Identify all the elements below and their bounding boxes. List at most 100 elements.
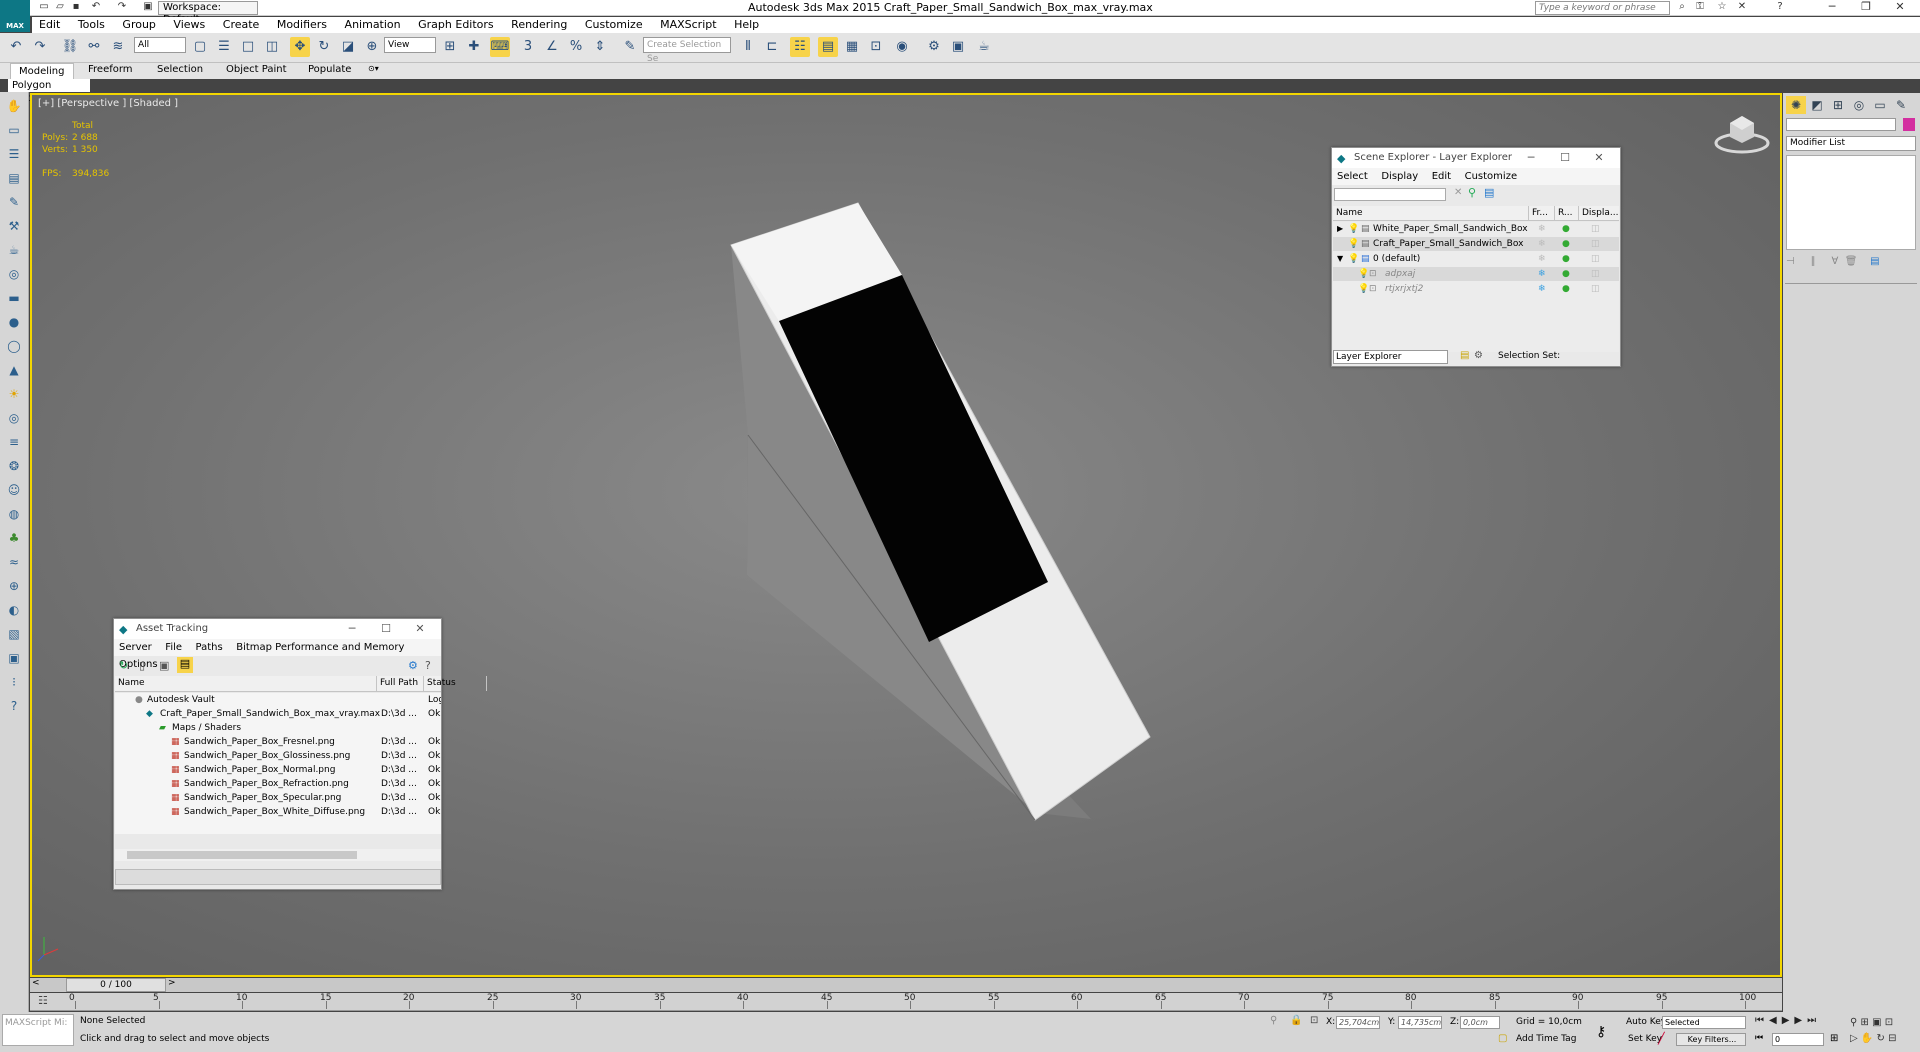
x-coord-field[interactable]: 25,704cm: [1336, 1016, 1380, 1029]
table-view-icon[interactable]: ▤: [177, 657, 193, 673]
menu-help[interactable]: Help: [727, 17, 766, 33]
scrollbar-thumb[interactable]: [127, 851, 357, 859]
modifier-list-dropdown[interactable]: Modifier List: [1786, 136, 1916, 151]
freeze-icon[interactable]: ❄: [1538, 237, 1546, 251]
layer-sort-icon[interactable]: ▤: [1460, 350, 1469, 361]
select-object-icon[interactable]: ▢: [190, 37, 210, 57]
table-row[interactable]: ◆ Craft_Paper_Small_Sandwich_Box_max_vra…: [115, 707, 441, 721]
stairs-icon[interactable]: ≡: [4, 432, 24, 452]
pan-icon[interactable]: ✋: [1861, 1033, 1873, 1044]
teapot-render-icon[interactable]: ●: [1562, 282, 1570, 296]
menu-maxscript[interactable]: MAXScript: [653, 17, 723, 33]
place-icon[interactable]: ⊕: [362, 37, 382, 57]
table-row[interactable]: ▦ Sandwich_Paper_Box_Refraction.png D:\3…: [115, 777, 441, 791]
spinner-snap-icon[interactable]: ⇕: [590, 37, 610, 57]
teapot-render-icon[interactable]: ●: [1562, 237, 1570, 251]
exchange-icon[interactable]: ✕: [1736, 1, 1748, 13]
display-icon[interactable]: ◫: [1591, 252, 1600, 266]
select-by-name-icon[interactable]: ☰: [214, 37, 234, 57]
torus-icon[interactable]: ◎: [4, 408, 24, 428]
menu-modifiers[interactable]: Modifiers: [270, 17, 334, 33]
lock-selection-icon[interactable]: 🔒: [1290, 1015, 1302, 1026]
minimize-icon[interactable]: ─: [335, 619, 369, 639]
col-frozen[interactable]: Fr...: [1529, 206, 1555, 221]
menu-tools[interactable]: Tools: [71, 17, 112, 33]
menu-rendering[interactable]: Rendering: [504, 17, 574, 33]
display-tab-icon[interactable]: ▭: [1870, 96, 1890, 114]
remove-modifier-icon[interactable]: 🗑: [1845, 256, 1858, 267]
maximize-icon[interactable]: ☐: [369, 619, 403, 639]
object-color-swatch[interactable]: [1903, 118, 1915, 131]
menu-create[interactable]: Create: [216, 17, 267, 33]
select-manipulate-icon[interactable]: ✚: [464, 37, 484, 57]
col-display[interactable]: Displa...: [1579, 206, 1619, 221]
scene-explorer-icon[interactable]: ☷: [790, 37, 810, 57]
col-name[interactable]: Name: [115, 676, 377, 691]
snaps-toggle-icon[interactable]: 3: [518, 37, 538, 57]
list-view-icon[interactable]: ▯: [139, 659, 145, 672]
scale-icon[interactable]: ◪: [338, 37, 358, 57]
table-row[interactable]: ▦ Sandwich_Paper_Box_Normal.png D:\3d ..…: [115, 763, 441, 777]
col-status[interactable]: Status: [424, 676, 487, 691]
keyboard-shortcut-override-icon[interactable]: ⌨: [490, 37, 510, 57]
freeze-icon[interactable]: ❄: [1538, 222, 1546, 236]
modify-tab-icon[interactable]: ◩: [1807, 96, 1827, 114]
app-logo[interactable]: MAX: [0, 0, 30, 32]
display-icon[interactable]: ◫: [1591, 222, 1600, 236]
light-bulb-icon[interactable]: 💡: [1348, 222, 1359, 236]
cylinder-icon[interactable]: ◯: [4, 336, 24, 356]
table-row[interactable]: ● Autodesk Vault Logged Out ...: [115, 693, 441, 707]
menu-animation[interactable]: Animation: [338, 17, 408, 33]
auto-key-button[interactable]: Auto Key: [1626, 1016, 1666, 1029]
close-icon[interactable]: ✕: [1883, 0, 1917, 13]
modifier-stack[interactable]: [1786, 155, 1916, 250]
se-menu-customize[interactable]: Customize: [1460, 168, 1523, 185]
key-mode-toggle-icon[interactable]: ⏮: [1755, 1033, 1763, 1043]
freeze-icon[interactable]: ❄: [1538, 282, 1546, 296]
photo-icon[interactable]: ▣: [4, 648, 24, 668]
tab-selection[interactable]: Selection: [157, 64, 203, 75]
menu-group[interactable]: Group: [115, 17, 163, 33]
project-folder-icon[interactable]: ▣: [142, 1, 154, 13]
minimize-icon[interactable]: ─: [1514, 148, 1548, 168]
window-crossing-icon[interactable]: ◫: [262, 37, 282, 57]
sphere-gizmo-icon[interactable]: ◍: [4, 504, 24, 524]
close-icon[interactable]: ✕: [1582, 148, 1616, 168]
tab-modeling[interactable]: Modeling: [10, 63, 74, 79]
particles-icon[interactable]: ❂: [4, 456, 24, 476]
layer-row[interactable]: 💡 ▤ Craft_Paper_Small_Sandwich_Box ❄ ● ◫: [1333, 237, 1619, 251]
pin-stack-icon[interactable]: ⊣: [1786, 256, 1795, 267]
set-key-icon[interactable]: ⚷: [1596, 1024, 1606, 1040]
explorer-type-dropdown[interactable]: Layer Explorer: [1333, 350, 1448, 364]
layer-row[interactable]: ▼ 💡 ▤ 0 (default) ❄ ● ◫: [1333, 252, 1619, 266]
dots-icon[interactable]: ⁝: [4, 672, 24, 692]
hose-icon[interactable]: ≈: [4, 552, 24, 572]
render-icon[interactable]: ◐: [4, 600, 24, 620]
se-menu-display[interactable]: Display: [1376, 168, 1423, 185]
display-icon[interactable]: ◫: [1591, 237, 1600, 251]
expand-icon[interactable]: ▶: [1337, 222, 1343, 236]
redo-icon[interactable]: ↷: [30, 37, 50, 57]
configure-sets-icon[interactable]: ▤: [1870, 256, 1879, 267]
key-filters-button[interactable]: Key Filters...: [1676, 1033, 1746, 1046]
fov-icon[interactable]: ▷: [1850, 1033, 1858, 1044]
clear-search-icon[interactable]: ✕: [1454, 187, 1462, 198]
teapot-icon[interactable]: ☕: [4, 240, 24, 260]
material-editor-icon[interactable]: ◉: [892, 37, 912, 57]
z-coord-field[interactable]: 0,0cm: [1460, 1016, 1500, 1029]
ribbon-subtab-polygon-modeling[interactable]: Polygon Modeling: [8, 79, 90, 104]
scene-list-icon[interactable]: ☰: [4, 144, 24, 164]
at-menu-server[interactable]: Server: [114, 639, 157, 656]
light-bulb-icon[interactable]: 💡: [1348, 237, 1359, 251]
time-slider-track[interactable]: < 0 / 100 >: [30, 978, 1782, 992]
make-unique-icon[interactable]: ∀: [1832, 256, 1839, 267]
rendered-frame-window-icon[interactable]: ▣: [948, 37, 968, 57]
favorites-icon[interactable]: ☆: [1716, 1, 1728, 13]
plant-icon[interactable]: ♣: [4, 528, 24, 548]
orbit-icon[interactable]: ↻: [1877, 1033, 1885, 1044]
render-production-icon[interactable]: ☕: [974, 37, 994, 57]
bind-space-warp-icon[interactable]: ≋: [108, 37, 128, 57]
y-coord-field[interactable]: 14,735cm: [1398, 1016, 1442, 1029]
ribbon-options-icon[interactable]: ⊙▾: [368, 64, 379, 73]
paint-icon[interactable]: ✎: [4, 192, 24, 212]
